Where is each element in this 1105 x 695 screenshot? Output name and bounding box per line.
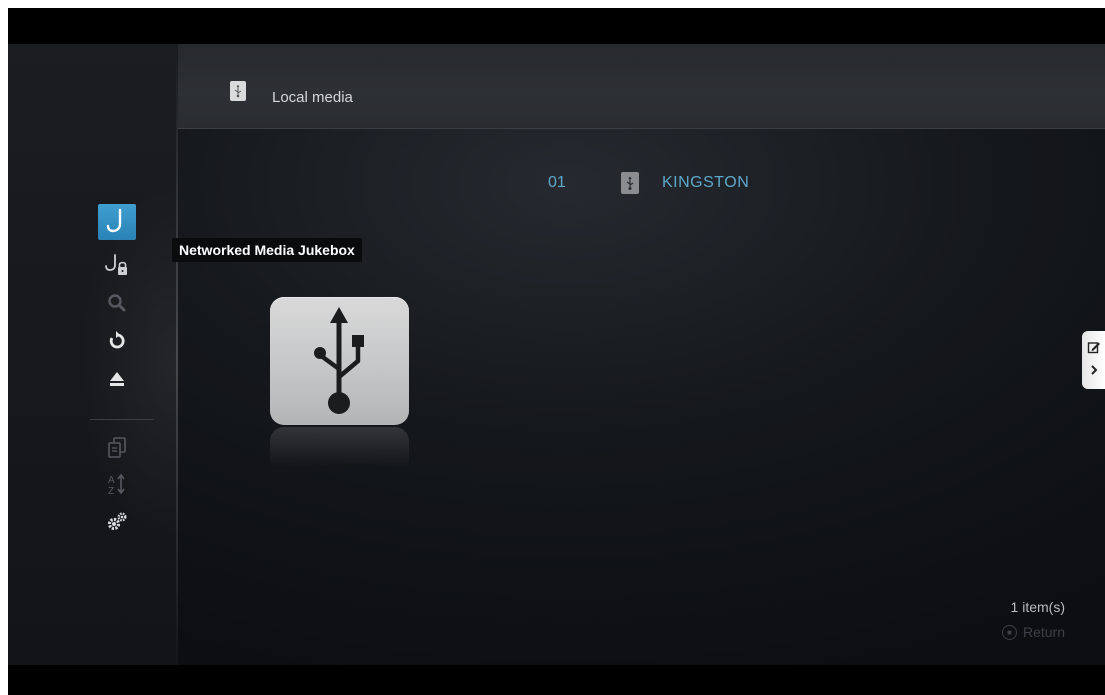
usb-device-icon — [270, 297, 409, 425]
svg-text:Z: Z — [108, 486, 114, 496]
page-title: Local media — [272, 89, 353, 106]
edit-panel-tab[interactable] — [1082, 331, 1105, 389]
panel-divider — [176, 44, 178, 665]
row-label: KINGSTON — [662, 174, 750, 191]
search-icon — [106, 292, 128, 319]
jukebox-icon — [105, 207, 129, 238]
settings-icon — [105, 511, 129, 538]
usb-icon — [230, 81, 246, 101]
list-item[interactable]: 01 KINGSTON — [548, 168, 948, 198]
edit-icon — [1087, 340, 1101, 359]
return-icon: ■ — [1001, 624, 1017, 640]
return-label: Return — [1022, 624, 1065, 640]
copy-icon — [106, 436, 128, 465]
return-button[interactable]: ■ Return — [1001, 624, 1065, 640]
refresh-icon — [106, 330, 128, 357]
search-button[interactable] — [98, 287, 136, 323]
sort-az-icon: A Z — [106, 472, 128, 501]
settings-button[interactable] — [98, 506, 136, 542]
media-browser: Local media A Z Networked Media Jukebox … — [8, 44, 1105, 665]
sort-button[interactable]: A Z — [98, 468, 136, 504]
sidebar-separator — [90, 419, 154, 420]
chevron-right-icon — [1089, 363, 1099, 381]
screen: Local media A Z Networked Media Jukebox … — [8, 8, 1105, 695]
copy-button[interactable] — [98, 432, 136, 468]
eject-button[interactable] — [98, 363, 136, 399]
jukebox-lock-icon — [104, 252, 130, 283]
jukebox-button[interactable] — [98, 204, 136, 240]
jukebox-lock-button[interactable] — [98, 249, 136, 285]
eject-icon — [107, 370, 127, 393]
item-count: 1 item(s) — [1010, 599, 1065, 615]
row-number: 01 — [548, 174, 566, 191]
header-bar: Local media — [178, 44, 1105, 129]
sidebar-tooltip: Networked Media Jukebox — [172, 238, 362, 262]
usb-icon — [621, 172, 639, 194]
svg-text:A: A — [108, 475, 115, 486]
refresh-button[interactable] — [98, 325, 136, 361]
